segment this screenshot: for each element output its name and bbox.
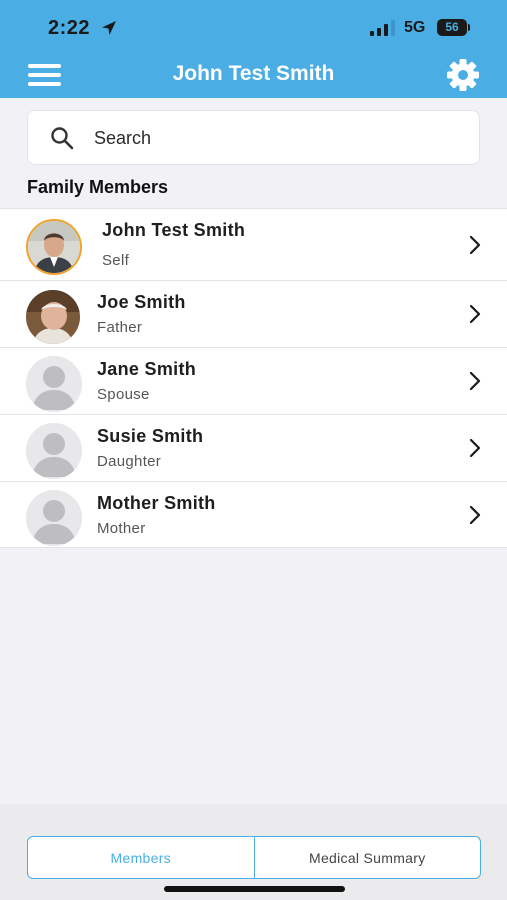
chevron-right-icon [469, 505, 481, 525]
avatar-photo-icon [28, 221, 80, 273]
member-list: John Test Smith Self Joe Smith Father Ja… [0, 208, 507, 548]
home-indicator[interactable] [164, 886, 345, 892]
page-title: John Test Smith [172, 62, 335, 85]
list-item-member[interactable]: Mother Smith Mother [0, 481, 507, 548]
location-arrow-icon [102, 21, 116, 35]
tab-members[interactable]: Members [28, 837, 254, 878]
placeholder-person-icon [26, 356, 82, 412]
placeholder-person-icon [26, 423, 82, 479]
member-name: John Test Smith [102, 220, 246, 240]
member-relation: Spouse [97, 386, 150, 403]
chevron-right-icon [469, 438, 481, 458]
search-icon [51, 127, 74, 150]
network-type: 5G [404, 19, 426, 36]
member-name: Jane Smith [97, 359, 197, 379]
chevron-right-icon [469, 304, 481, 324]
member-relation: Father [97, 319, 143, 336]
list-item-member[interactable]: John Test Smith Self [0, 208, 507, 280]
battery-icon: 56 [437, 19, 470, 36]
member-name: Joe Smith [97, 292, 186, 312]
avatar [26, 219, 82, 275]
tab-medical-summary[interactable]: Medical Summary [253, 837, 481, 878]
member-relation: Self [102, 252, 130, 269]
segmented-control: Members Medical Summary [27, 836, 481, 879]
cellular-signal-icon [370, 20, 395, 36]
app-header: 2:22 5G 56 John Test Smith [0, 0, 507, 98]
status-time: 2:22 [48, 17, 91, 39]
list-item-member[interactable]: Joe Smith Father [0, 280, 507, 347]
member-relation: Daughter [97, 453, 162, 470]
chevron-right-icon [469, 235, 481, 255]
member-relation: Mother [97, 520, 146, 537]
avatar-photo-icon [26, 290, 80, 344]
battery-level: 56 [437, 19, 467, 36]
status-bar: 2:22 5G 56 [0, 0, 507, 52]
placeholder-person-icon [26, 490, 82, 546]
section-title: Family Members [27, 177, 169, 197]
search-input[interactable] [94, 123, 454, 153]
search-bar[interactable] [27, 110, 480, 165]
gear-icon[interactable] [446, 58, 480, 92]
member-name: Susie Smith [97, 426, 204, 446]
bottom-tab-bar: Members Medical Summary [0, 804, 507, 900]
avatar [26, 290, 80, 344]
list-item-member[interactable]: Susie Smith Daughter [0, 414, 507, 481]
chevron-right-icon [469, 371, 481, 391]
list-item-member[interactable]: Jane Smith Spouse [0, 347, 507, 414]
member-name: Mother Smith [97, 493, 216, 513]
